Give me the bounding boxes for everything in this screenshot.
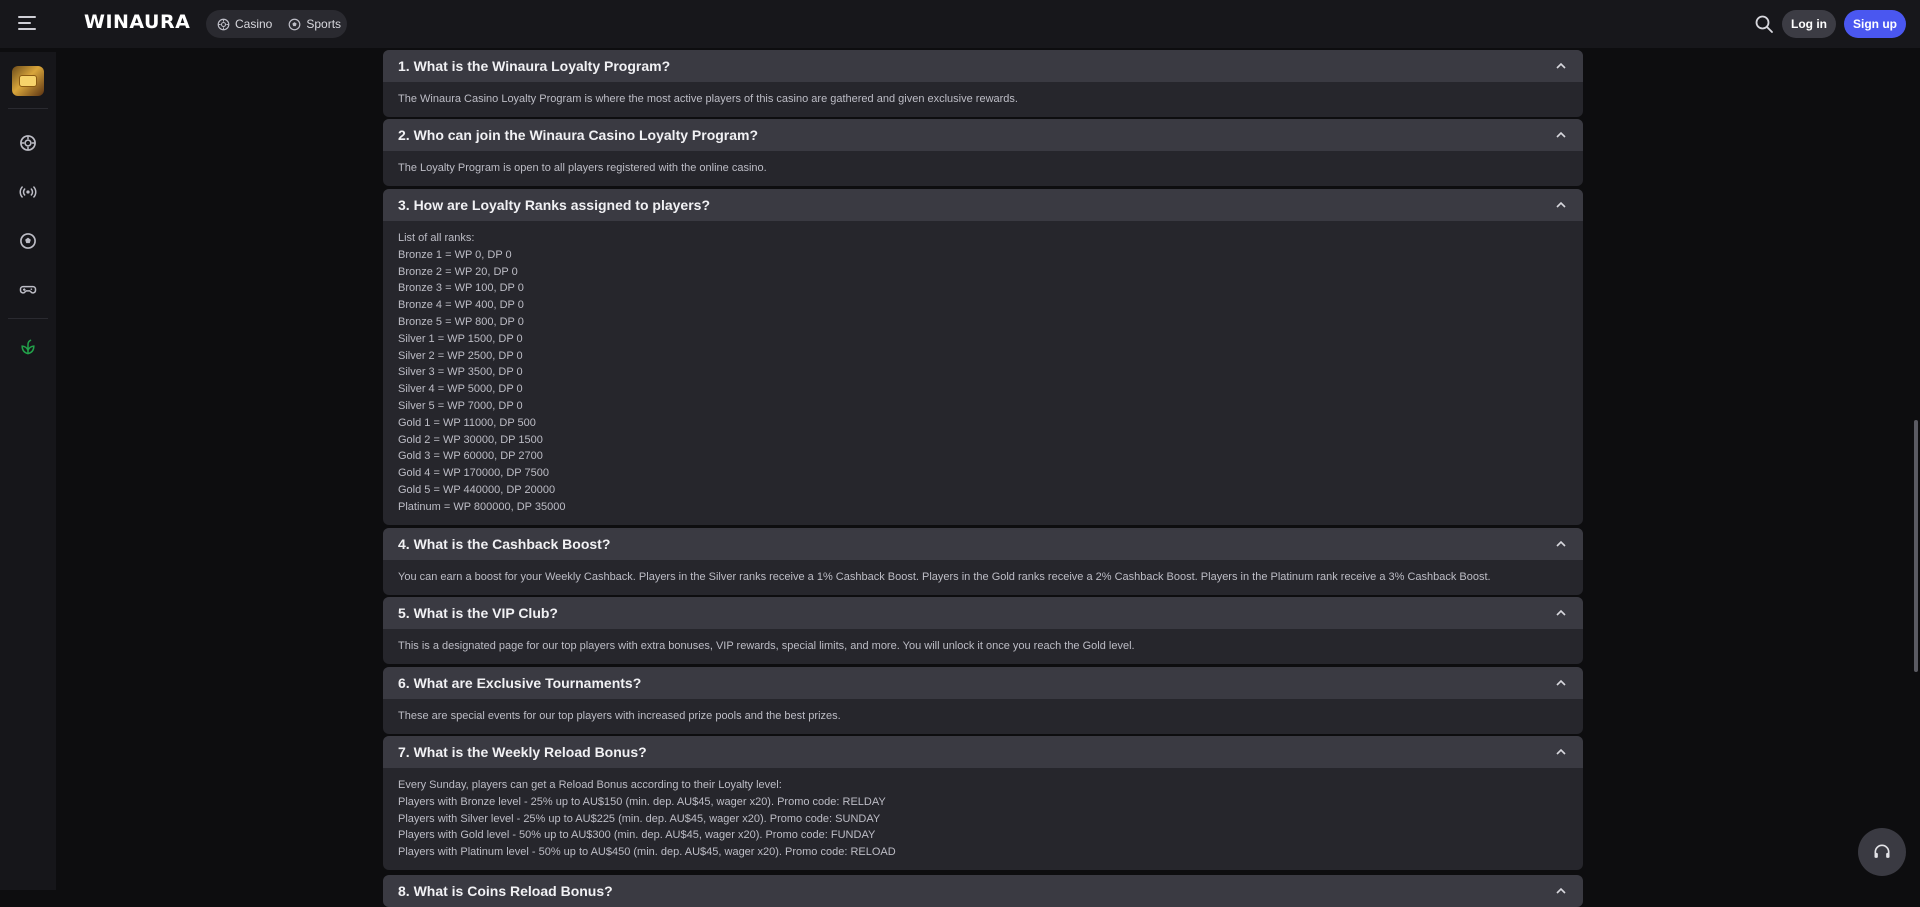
sidebar-item-live[interactable] [16, 180, 40, 204]
sidebar-item-sports[interactable] [16, 229, 40, 253]
signup-button[interactable]: Sign up [1844, 10, 1906, 38]
sidebar-item-casino[interactable] [16, 131, 40, 155]
live-broadcast-icon [19, 186, 37, 198]
chevron-up-icon[interactable] [1555, 885, 1567, 897]
rank-line: Bronze 3 = WP 100, DP 0 [398, 282, 524, 295]
faq-question-8[interactable]: 8. What is Coins Reload Bonus? [383, 875, 1583, 907]
rank-line: Bronze 1 = WP 0, DP 0 [398, 248, 512, 261]
faq-question-7[interactable]: 7. What is the Weekly Reload Bonus? [383, 736, 1583, 768]
rank-line: Gold 3 = WP 60000, DP 2700 [398, 450, 543, 463]
chevron-up-icon[interactable] [1555, 677, 1567, 689]
faq-question-5[interactable]: 5. What is the VIP Club? [383, 597, 1583, 629]
menu-icon[interactable] [18, 16, 36, 30]
rank-line: Silver 1 = WP 1500, DP 0 [398, 332, 523, 345]
search-icon[interactable] [1754, 14, 1774, 34]
faq-question-title: 7. What is the Weekly Reload Bonus? [398, 744, 647, 760]
rank-line: Platinum = WP 800000, DP 35000 [398, 500, 566, 513]
faq-answer: Every Sunday, players can get a Reload B… [383, 768, 1583, 870]
casino-chip-icon [20, 135, 36, 151]
rank-line: Gold 4 = WP 170000, DP 7500 [398, 467, 549, 480]
faq-question-title: 8. What is Coins Reload Bonus? [398, 883, 613, 899]
football-icon [288, 18, 301, 30]
top-header: WINAURA Casino Sports Log in Sign up [0, 0, 1920, 48]
faq-question-1[interactable]: 1. What is the Winaura Loyalty Program? [383, 50, 1583, 82]
login-button[interactable]: Log in [1782, 10, 1836, 38]
faq-question-title: 1. What is the Winaura Loyalty Program? [398, 58, 671, 74]
football-icon [20, 233, 36, 249]
nav-sports[interactable]: Sports [283, 13, 346, 35]
faq-item: 2. Who can join the Winaura Casino Loyal… [383, 119, 1583, 186]
sidebar-divider [8, 318, 48, 319]
faq-answer-line: You can earn a boost for your Weekly Cas… [398, 571, 1491, 583]
rank-line: Silver 4 = WP 5000, DP 0 [398, 383, 523, 396]
rank-line: Bronze 4 = WP 400, DP 0 [398, 299, 524, 312]
nav-casino-label: Casino [235, 17, 273, 31]
rank-line: Bronze 2 = WP 20, DP 0 [398, 265, 518, 278]
faq-item: 1. What is the Winaura Loyalty Program? … [383, 50, 1583, 117]
rank-line: Gold 5 = WP 440000, DP 20000 [398, 483, 556, 496]
faq-answer-line: These are special events for our top pla… [398, 710, 841, 722]
nav-casino[interactable]: Casino [212, 13, 277, 35]
sidebar-item-loyalty[interactable] [16, 335, 40, 359]
headset-icon [1874, 844, 1890, 858]
faq-question-title: 2. Who can join the Winaura Casino Loyal… [398, 127, 759, 143]
rank-line: Silver 2 = WP 2500, DP 0 [398, 349, 523, 362]
faq-answer: The Winaura Casino Loyalty Program is wh… [383, 82, 1583, 117]
faq-question-6[interactable]: 6. What are Exclusive Tournaments? [383, 667, 1583, 699]
left-sidebar [0, 52, 56, 890]
faq-question-3[interactable]: 3. How are Loyalty Ranks assigned to pla… [383, 189, 1583, 221]
faq-item: 4. What is the Cashback Boost? You can e… [383, 528, 1583, 595]
nav-sports-label: Sports [306, 17, 342, 31]
reload-bonus-line: Players with Platinum level - 50% up to … [398, 846, 896, 859]
rank-list-heading: List of all ranks: [398, 232, 475, 244]
rank-line: Gold 1 = WP 11000, DP 500 [398, 416, 536, 429]
faq-item: 8. What is Coins Reload Bonus? [383, 875, 1583, 907]
faq-question-4[interactable]: 4. What is the Cashback Boost? [383, 528, 1583, 560]
faq-answer: List of all ranks: Bronze 1 = WP 0, DP 0… [383, 221, 1583, 525]
treasure-chest-icon [19, 75, 37, 87]
promo-thumbnail[interactable] [12, 66, 44, 96]
faq-question-title: 4. What is the Cashback Boost? [398, 536, 611, 552]
faq-question-title: 6. What are Exclusive Tournaments? [398, 675, 642, 691]
reload-bonus-line: Players with Gold level - 50% up to AU$3… [398, 829, 876, 842]
gamepad-icon [19, 285, 37, 294]
leaf-icon [21, 339, 35, 355]
casino-chip-icon [217, 18, 230, 30]
sidebar-divider [8, 108, 48, 109]
faq-answer-line: The Loyalty Program is open to all playe… [398, 162, 767, 174]
chevron-up-icon[interactable] [1555, 60, 1567, 72]
rank-line: Silver 3 = WP 3500, DP 0 [398, 366, 523, 379]
faq-answer: These are special events for our top pla… [383, 699, 1583, 734]
faq-question-2[interactable]: 2. Who can join the Winaura Casino Loyal… [383, 119, 1583, 151]
faq-question-title: 3. How are Loyalty Ranks assigned to pla… [398, 197, 710, 213]
sidebar-item-esports[interactable] [16, 278, 40, 302]
chevron-up-icon[interactable] [1555, 129, 1567, 141]
chevron-up-icon[interactable] [1555, 607, 1567, 619]
chevron-up-icon[interactable] [1555, 199, 1567, 211]
page-scrollbar[interactable] [1912, 48, 1920, 890]
reload-bonus-line: Players with Silver level - 25% up to AU… [398, 812, 881, 825]
faq-item: 5. What is the VIP Club? This is a desig… [383, 597, 1583, 664]
rank-line: Silver 5 = WP 7000, DP 0 [398, 399, 523, 412]
chevron-up-icon[interactable] [1555, 538, 1567, 550]
faq-answer: You can earn a boost for your Weekly Cas… [383, 560, 1583, 595]
faq-answer: This is a designated page for our top pl… [383, 629, 1583, 664]
scrollbar-thumb[interactable] [1914, 420, 1918, 672]
reload-bonus-intro: Every Sunday, players can get a Reload B… [398, 779, 782, 791]
main-nav: Casino Sports [206, 10, 347, 38]
support-chat-button[interactable] [1858, 828, 1906, 876]
faq-item: 7. What is the Weekly Reload Bonus? Ever… [383, 736, 1583, 870]
faq-answer-line: This is a designated page for our top pl… [398, 640, 1135, 652]
reload-bonus-line: Players with Bronze level - 25% up to AU… [398, 795, 886, 808]
site-logo[interactable]: WINAURA [84, 11, 190, 33]
faq-item: 6. What are Exclusive Tournaments? These… [383, 667, 1583, 734]
rank-line: Bronze 5 = WP 800, DP 0 [398, 315, 524, 328]
faq-item: 3. How are Loyalty Ranks assigned to pla… [383, 189, 1583, 525]
faq-question-title: 5. What is the VIP Club? [398, 605, 558, 621]
faq-answer-line: The Winaura Casino Loyalty Program is wh… [398, 93, 1018, 105]
faq-answer: The Loyalty Program is open to all playe… [383, 151, 1583, 186]
chevron-up-icon[interactable] [1555, 746, 1567, 758]
rank-line: Gold 2 = WP 30000, DP 1500 [398, 433, 543, 446]
